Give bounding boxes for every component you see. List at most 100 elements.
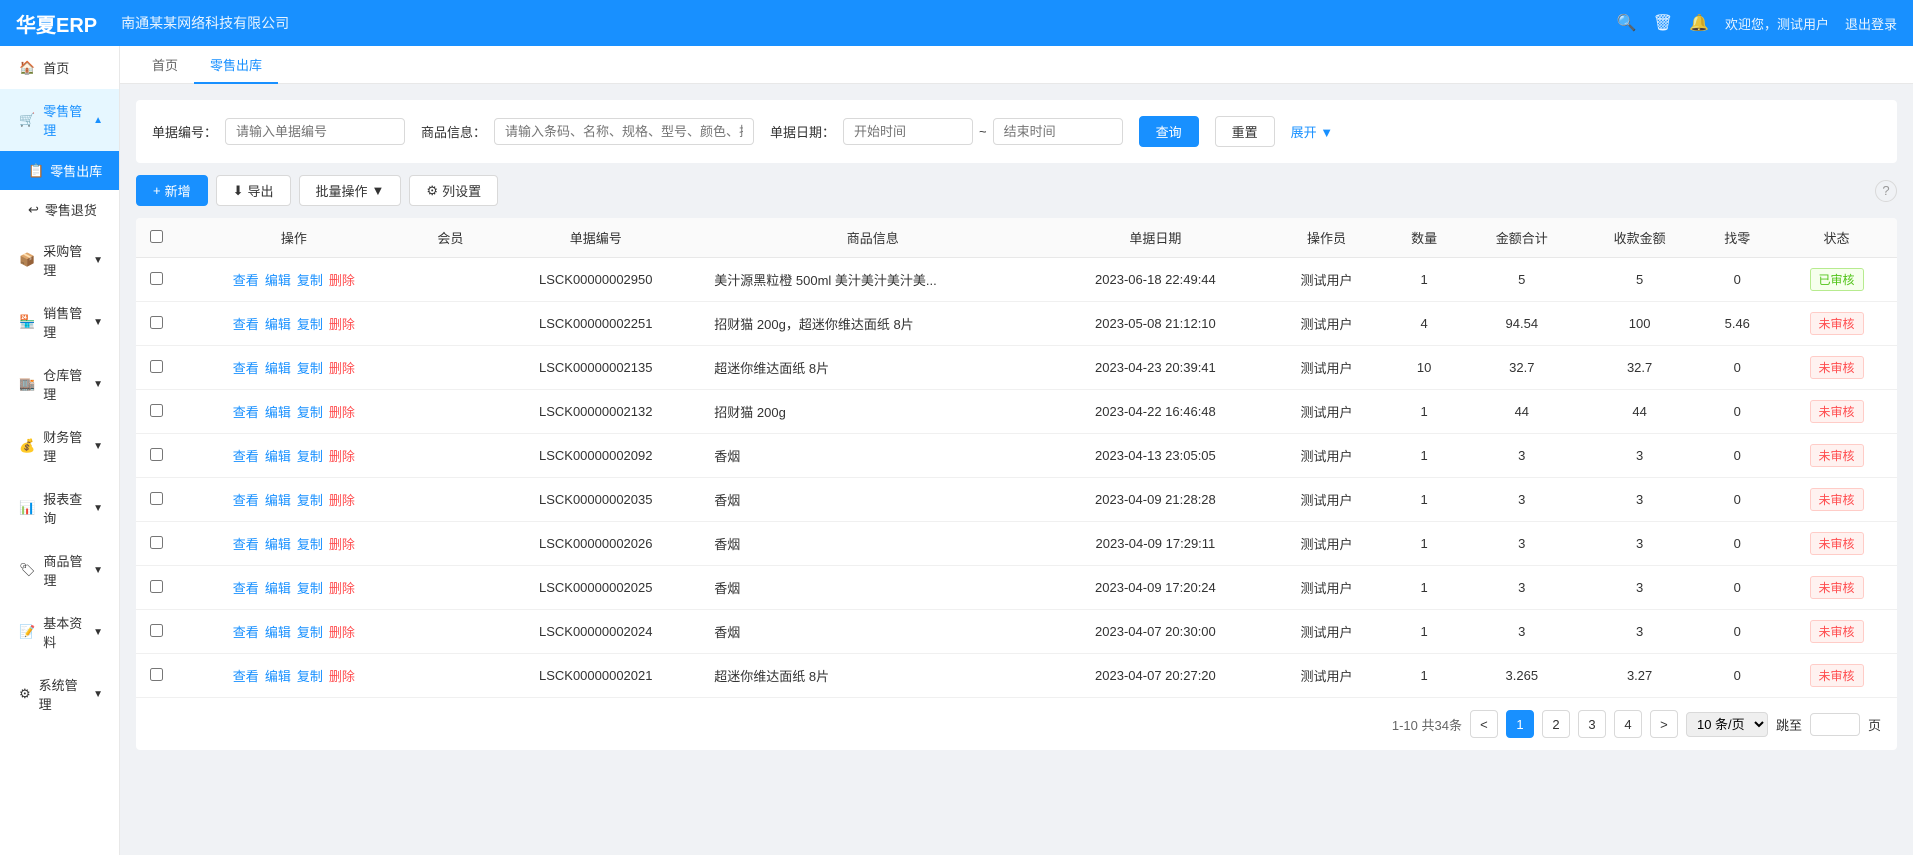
status-badge: 未审核 — [1810, 356, 1864, 379]
row-checkbox[interactable] — [150, 624, 163, 637]
action-编辑[interactable]: 编辑 — [265, 669, 291, 684]
select-all-checkbox[interactable] — [150, 230, 163, 243]
action-查看[interactable]: 查看 — [233, 493, 259, 508]
row-checkbox[interactable] — [150, 668, 163, 681]
action-查看[interactable]: 查看 — [233, 273, 259, 288]
action-删除[interactable]: 删除 — [329, 405, 355, 420]
sidebar-group-sales[interactable]: 🏪 销售管理 ▼ — [0, 291, 119, 353]
row-date: 2023-04-22 16:46:48 — [1043, 390, 1267, 434]
tab-home[interactable]: 首页 — [136, 47, 194, 84]
action-删除[interactable]: 删除 — [329, 669, 355, 684]
action-删除[interactable]: 删除 — [329, 581, 355, 596]
date-start-input[interactable] — [843, 118, 973, 145]
action-查看[interactable]: 查看 — [233, 537, 259, 552]
action-编辑[interactable]: 编辑 — [265, 625, 291, 640]
sidebar-item-retail-out[interactable]: 📋 零售出库 — [0, 151, 119, 190]
row-product-info: 超迷你维达面纸 8片 — [702, 346, 1043, 390]
sidebar-group-warehouse[interactable]: 🏬 仓库管理 ▼ — [0, 353, 119, 415]
action-查看[interactable]: 查看 — [233, 449, 259, 464]
page-btn-4[interactable]: 4 — [1614, 710, 1642, 738]
row-checkbox[interactable] — [150, 580, 163, 593]
per-page-select[interactable]: 10 条/页 20 条/页 50 条/页 — [1686, 712, 1768, 737]
row-checkbox[interactable] — [150, 360, 163, 373]
product-info-input[interactable] — [494, 118, 754, 145]
trash-icon[interactable]: 🗑 — [1653, 13, 1673, 33]
row-checkbox[interactable] — [150, 492, 163, 505]
order-no-input[interactable] — [225, 118, 405, 145]
action-删除[interactable]: 删除 — [329, 317, 355, 332]
data-table: 操作 会员 单据编号 商品信息 单据日期 操作员 数量 金额合计 收款金额 找零… — [136, 218, 1897, 698]
sidebar-group-basic[interactable]: 📝 基本资料 ▼ — [0, 601, 119, 663]
action-查看[interactable]: 查看 — [233, 317, 259, 332]
help-button[interactable]: ? — [1875, 180, 1897, 202]
action-编辑[interactable]: 编辑 — [265, 317, 291, 332]
action-复制[interactable]: 复制 — [297, 405, 323, 420]
logout-btn[interactable]: 退出登录 — [1845, 14, 1897, 33]
action-查看[interactable]: 查看 — [233, 669, 259, 684]
sidebar-item-home[interactable]: 🏠 首页 — [0, 46, 119, 89]
page-btn-1[interactable]: 1 — [1506, 710, 1534, 738]
action-复制[interactable]: 复制 — [297, 449, 323, 464]
page-btn-2[interactable]: 2 — [1542, 710, 1570, 738]
action-删除[interactable]: 删除 — [329, 625, 355, 640]
status-badge: 未审核 — [1810, 488, 1864, 511]
action-删除[interactable]: 删除 — [329, 449, 355, 464]
action-编辑[interactable]: 编辑 — [265, 449, 291, 464]
sidebar-group-finance[interactable]: 💰 财务管理 ▼ — [0, 415, 119, 477]
action-复制[interactable]: 复制 — [297, 493, 323, 508]
action-查看[interactable]: 查看 — [233, 361, 259, 376]
search-button[interactable]: 查询 — [1139, 116, 1199, 147]
action-复制[interactable]: 复制 — [297, 581, 323, 596]
action-复制[interactable]: 复制 — [297, 361, 323, 376]
sidebar-item-retail-return[interactable]: ↩ 零售退货 — [0, 190, 119, 229]
action-复制[interactable]: 复制 — [297, 273, 323, 288]
new-button[interactable]: + 新增 — [136, 175, 208, 206]
row-checkbox[interactable] — [150, 272, 163, 285]
sidebar-group-product[interactable]: 🏷 商品管理 ▼ — [0, 539, 119, 601]
row-member — [412, 522, 490, 566]
row-checkbox[interactable] — [150, 404, 163, 417]
row-operator: 测试用户 — [1268, 610, 1386, 654]
action-编辑[interactable]: 编辑 — [265, 361, 291, 376]
batch-button[interactable]: 批量操作 ▼ — [299, 175, 402, 206]
action-编辑[interactable]: 编辑 — [265, 405, 291, 420]
row-checkbox[interactable] — [150, 536, 163, 549]
reset-button[interactable]: 重置 — [1215, 116, 1275, 147]
page-prev-btn[interactable]: < — [1470, 710, 1498, 738]
row-checkbox[interactable] — [150, 316, 163, 329]
sidebar-group-report[interactable]: 📊 报表查询 ▼ — [0, 477, 119, 539]
action-删除[interactable]: 删除 — [329, 273, 355, 288]
page-btn-3[interactable]: 3 — [1578, 710, 1606, 738]
action-删除[interactable]: 删除 — [329, 361, 355, 376]
action-复制[interactable]: 复制 — [297, 625, 323, 640]
status-badge: 未审核 — [1810, 576, 1864, 599]
action-复制[interactable]: 复制 — [297, 317, 323, 332]
action-复制[interactable]: 复制 — [297, 537, 323, 552]
tab-retail-out[interactable]: 零售出库 — [194, 47, 278, 84]
sidebar-group-retail[interactable]: 🛒 零售管理 ▲ — [0, 89, 119, 151]
action-查看[interactable]: 查看 — [233, 625, 259, 640]
action-查看[interactable]: 查看 — [233, 405, 259, 420]
expand-button[interactable]: 展开 ▼ — [1291, 122, 1333, 141]
goto-input[interactable] — [1810, 713, 1860, 736]
action-复制[interactable]: 复制 — [297, 669, 323, 684]
action-删除[interactable]: 删除 — [329, 493, 355, 508]
row-received: 3 — [1581, 522, 1699, 566]
action-查看[interactable]: 查看 — [233, 581, 259, 596]
sidebar-group-system[interactable]: ⚙ 系统管理 ▼ — [0, 663, 119, 725]
date-end-input[interactable] — [993, 118, 1123, 145]
action-编辑[interactable]: 编辑 — [265, 581, 291, 596]
page-next-btn[interactable]: > — [1650, 710, 1678, 738]
action-编辑[interactable]: 编辑 — [265, 493, 291, 508]
action-编辑[interactable]: 编辑 — [265, 273, 291, 288]
row-received: 32.7 — [1581, 346, 1699, 390]
row-quantity: 1 — [1385, 654, 1463, 698]
action-删除[interactable]: 删除 — [329, 537, 355, 552]
row-checkbox[interactable] — [150, 448, 163, 461]
bell-icon[interactable]: 🔔 — [1689, 13, 1709, 33]
export-button[interactable]: ⬇ 导出 — [216, 175, 291, 206]
columns-button[interactable]: ⚙ 列设置 — [409, 175, 498, 206]
sidebar-group-purchase[interactable]: 📦 采购管理 ▼ — [0, 229, 119, 291]
action-编辑[interactable]: 编辑 — [265, 537, 291, 552]
search-icon[interactable]: 🔍 — [1617, 13, 1637, 33]
